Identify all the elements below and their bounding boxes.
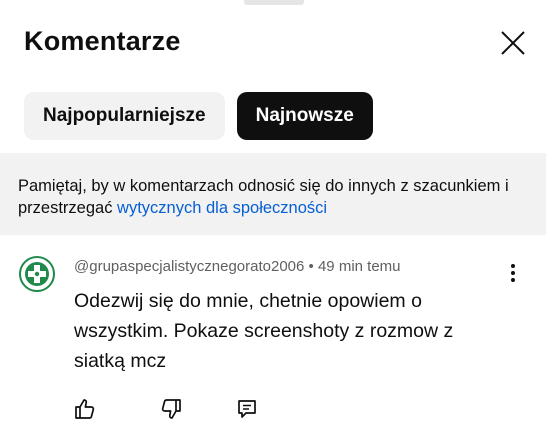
sort-chips: Najpopularniejsze Najnowsze (24, 92, 373, 140)
medical-cross-avatar-icon (25, 262, 49, 286)
comments-header: Komentarze (0, 18, 546, 68)
comment-author[interactable]: @grupaspecjalistycznegorato2006 (74, 258, 304, 275)
thumb-down-icon (161, 399, 181, 419)
guidelines-link[interactable]: wytycznych dla społeczności (117, 199, 327, 217)
chip-label: Najpopularniejsze (43, 105, 206, 126)
page-title: Komentarze (24, 26, 181, 56)
comment-menu-button[interactable] (500, 260, 526, 286)
comment-text: Odezwij się do mnie, chetnie opowiem o w… (74, 290, 454, 372)
comment-actions (0, 394, 546, 424)
thumb-up-icon (75, 399, 95, 419)
sheet-drag-handle[interactable] (244, 0, 304, 5)
chip-label: Najnowsze (255, 105, 354, 126)
more-vertical-icon (511, 264, 515, 282)
close-icon (501, 31, 525, 55)
avatar[interactable] (19, 256, 55, 292)
comment-meta: @grupaspecjalistycznegorato2006 • 49 min… (74, 258, 401, 275)
comment-time: 49 min temu (317, 258, 401, 275)
meta-separator: • (304, 258, 318, 275)
close-button[interactable] (496, 26, 530, 60)
chip-top-comments[interactable]: Najpopularniejsze (24, 92, 225, 140)
reply-button[interactable] (232, 394, 262, 424)
chip-newest[interactable]: Najnowsze (236, 92, 373, 140)
dislike-button[interactable] (156, 394, 186, 424)
community-guidelines-notice: Pamiętaj, by w komentarzach odnosić się … (0, 153, 546, 235)
reply-icon (238, 400, 256, 418)
like-button[interactable] (70, 394, 100, 424)
